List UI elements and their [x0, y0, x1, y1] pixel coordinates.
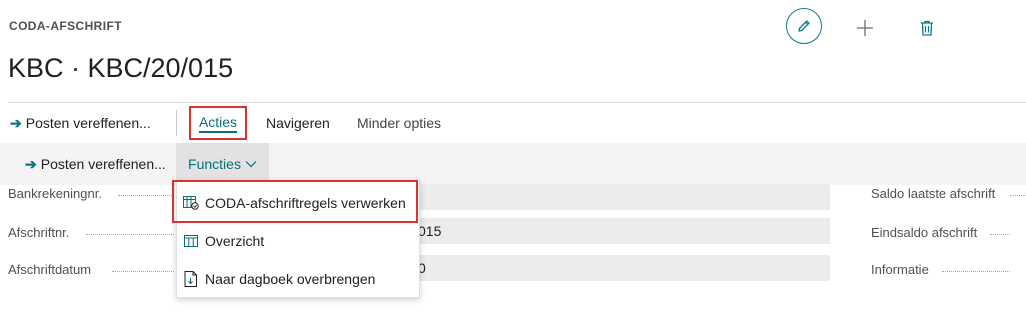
- functies-label: Functies: [188, 156, 241, 172]
- afschriftdatum-label: Afschriftdatum: [8, 262, 92, 277]
- post-apply-action[interactable]: ➔ Posten vereffenen...: [10, 103, 151, 143]
- dotted-leader: [990, 234, 1010, 235]
- acties-tab[interactable]: Acties: [189, 106, 247, 140]
- menu-item-label: Naar dagboek overbrengen: [205, 271, 376, 287]
- acties-label: Acties: [198, 114, 238, 133]
- bankrekeningnr-label: Bankrekeningnr.: [8, 186, 102, 201]
- menu-item-label: Overzicht: [205, 233, 265, 249]
- menu-item-overzicht[interactable]: Overzicht: [177, 223, 419, 259]
- arrow-right-icon: ➔: [25, 155, 37, 172]
- afschriftnr-field[interactable]: 015: [418, 218, 830, 244]
- pencil-icon: [798, 20, 810, 32]
- post-apply-label: Posten vereffenen...: [25, 115, 151, 131]
- dotted-leader: [1010, 195, 1026, 196]
- dotted-leader: [112, 271, 174, 272]
- minder-opties-label: Minder opties: [357, 115, 442, 131]
- dotted-leader: [86, 234, 174, 235]
- arrow-right-icon: ➔: [10, 114, 22, 131]
- delete-button[interactable]: [915, 16, 939, 40]
- saldo-laatste-label: Saldo laatste afschrift: [871, 186, 996, 201]
- afschriftnr-value: 015: [418, 223, 442, 239]
- functies-dropdown[interactable]: Functies: [176, 143, 269, 185]
- bankrekeningnr-field[interactable]: [418, 184, 830, 210]
- action-separator: [176, 110, 177, 136]
- informatie-label: Informatie: [871, 262, 929, 277]
- sub-post-apply-label: Posten vereffenen...: [40, 156, 166, 172]
- chevron-down-icon: [245, 161, 257, 168]
- new-button[interactable]: [853, 16, 877, 40]
- edit-button[interactable]: [786, 8, 822, 44]
- highlight-frame: [172, 180, 418, 223]
- eindsaldo-label: Eindsaldo afschrift: [871, 225, 978, 240]
- trash-icon: [921, 20, 933, 36]
- navigeren-label: Navigeren: [266, 115, 330, 131]
- navigeren-tab[interactable]: Navigeren: [266, 103, 330, 143]
- afschriftnr-label: Afschriftnr.: [8, 225, 70, 240]
- sub-post-apply-action[interactable]: ➔ Posten vereffenen...: [25, 143, 166, 185]
- dotted-leader: [942, 271, 1010, 272]
- afschriftdatum-field[interactable]: 0: [418, 255, 830, 281]
- menu-item-dagboek[interactable]: Naar dagboek overbrengen: [177, 261, 419, 297]
- document-transfer-icon: [183, 271, 199, 287]
- action-bar: ➔ Posten vereffenen... Navigeren Minder …: [0, 103, 1026, 143]
- page-caption: CODA-AFSCHRIFT: [9, 19, 122, 33]
- actions-submenu-bar: ➔ Posten vereffenen... Functies: [0, 143, 1026, 185]
- dotted-leader: [118, 195, 174, 196]
- plus-icon: [857, 20, 873, 36]
- table-icon: [183, 233, 199, 249]
- page-title: KBC · KBC/20/015: [8, 53, 234, 83]
- minder-opties-button[interactable]: Minder opties: [357, 103, 441, 143]
